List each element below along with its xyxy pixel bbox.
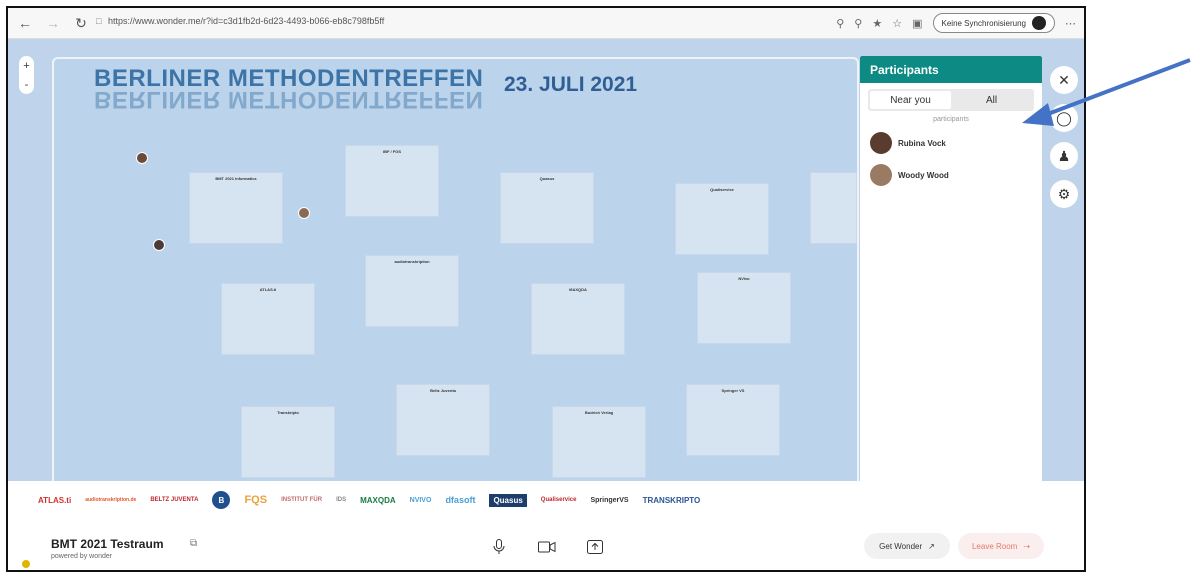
zoom-control: + -	[19, 56, 34, 94]
avatar	[870, 132, 892, 154]
get-wonder-label: Get Wonder	[879, 541, 923, 551]
participant-name: Woody Wood	[898, 170, 949, 180]
board-beltz-juventa[interactable]: Beltz Juventa	[396, 384, 490, 456]
participants-tabs: Near you All	[868, 89, 1034, 111]
browser-actions: ⚲ ⚲ ★ ☆ ▣ Keine Synchronisierung ⋯	[836, 13, 1076, 33]
event-date: 23. JULI 2021	[504, 73, 638, 96]
participants-panel: Participants Near you All participants R…	[860, 56, 1042, 481]
lock-icon: □	[96, 16, 102, 26]
board-qualiservice[interactable]: Qualiservice	[675, 183, 769, 255]
logo-atlas-ti: ATLAS.ti	[38, 495, 72, 505]
tracking-icon[interactable]: ★	[872, 17, 882, 30]
share-screen-icon	[587, 540, 603, 554]
logo-nvivo: NVIVO	[409, 496, 432, 504]
gear-icon[interactable]: ⚙	[1050, 180, 1078, 208]
exit-icon: ⇢	[1023, 541, 1031, 551]
board-audiotranskription[interactable]: audiotranskription	[365, 255, 459, 327]
close-icon[interactable]: ✕	[1050, 66, 1078, 94]
participant-avatar[interactable]	[136, 152, 148, 164]
logo-ids: IDS	[336, 497, 347, 503]
logo-fqs: FQS	[244, 494, 268, 506]
panel-title: Participants	[860, 56, 1042, 83]
participants-subtitle: participants	[933, 116, 969, 123]
browser-toolbar: ← → ↻ □ https://www.wonder.me/r?id=c3d1f…	[8, 8, 1084, 39]
microphone-icon	[493, 539, 505, 554]
profile-avatar	[1032, 16, 1046, 30]
share-screen-button[interactable]	[582, 534, 608, 560]
microphone-icon[interactable]: ⚲	[836, 17, 844, 30]
address-bar[interactable]: https://www.wonder.me/r?id=c3d1fb2d-6d23…	[108, 16, 384, 26]
logo-budrich: B	[212, 491, 231, 509]
board-transkripto[interactable]: Transkripto	[241, 406, 335, 478]
copy-icon[interactable]: ⧉	[190, 538, 197, 549]
zoom-in-button[interactable]: +	[23, 60, 29, 72]
back-icon[interactable]: ←	[14, 12, 36, 34]
favorites-icon[interactable]: ☆	[892, 17, 902, 30]
board-springer-vs[interactable]: Springer VS	[686, 384, 780, 456]
board-budrich[interactable]: Budrich Verlag	[552, 406, 646, 478]
participant-avatar[interactable]	[298, 207, 310, 219]
leave-room-label: Leave Room	[971, 541, 1018, 551]
participant-avatar[interactable]	[153, 239, 165, 251]
key-icon[interactable]: ⚲	[854, 17, 862, 30]
board-ibf-fgs[interactable]: IBF / FGS	[345, 145, 439, 217]
board-partial[interactable]	[810, 172, 857, 244]
sponsor-logos: ATLAS.ti audiotranskription.de BELTZ JUV…	[8, 481, 1084, 519]
external-link-icon: ↗	[928, 541, 935, 551]
room-name: BMT 2021 Testraum	[51, 537, 164, 551]
event-title-reflection: BERLINER METHODENTREFFEN	[94, 86, 484, 113]
sync-button[interactable]: Keine Synchronisierung	[932, 13, 1055, 33]
get-wonder-button[interactable]: Get Wonder ↗	[864, 533, 950, 559]
participant-row[interactable]: Woody Wood	[860, 163, 1042, 187]
sync-label: Keine Synchronisierung	[941, 18, 1027, 28]
chat-icon[interactable]: ◯	[1050, 104, 1078, 132]
leave-room-button[interactable]: Leave Room ⇢	[958, 533, 1044, 559]
people-icon[interactable]: ♟	[1050, 142, 1078, 170]
board-nvivo[interactable]: NVivo	[697, 272, 791, 344]
microphone-button[interactable]	[486, 534, 512, 560]
tab-near-you[interactable]: Near you	[870, 91, 951, 109]
board-quasus[interactable]: Quasus	[500, 172, 594, 244]
more-icon[interactable]: ⋯	[1065, 17, 1076, 30]
board-maxqda[interactable]: MAXQDA	[531, 283, 625, 355]
logo-qualiservice: Qualiservice	[540, 497, 577, 503]
refresh-icon[interactable]: ↻	[70, 12, 92, 34]
bottom-bar: BMT 2021 Testraum ⧉ powered by wonder Ge…	[8, 520, 1084, 570]
forward-icon[interactable]: →	[42, 12, 64, 34]
logo-maxqda: MAXQDA	[360, 495, 396, 505]
camera-icon	[538, 541, 556, 553]
avatar	[870, 164, 892, 186]
logo-institut: INSTITUT FÜR	[281, 497, 323, 503]
powered-by: powered by wonder	[51, 553, 113, 560]
participant-name: Rubina Vock	[898, 138, 946, 148]
board-atlas-ti[interactable]: ATLAS.ti	[221, 283, 315, 355]
tab-all[interactable]: All	[951, 91, 1032, 109]
logo-quasus: Quasus	[489, 493, 527, 507]
logo-dfasoft: dfasoft	[445, 495, 476, 505]
zoom-out-button[interactable]: -	[25, 79, 29, 91]
logo-transkripto: TRANSKRIPTO	[642, 495, 701, 505]
logo-beltz-juventa: BELTZ JUVENTA	[150, 497, 199, 503]
room-canvas[interactable]: BERLINER METHODENTREFFEN BERLINER METHOD…	[52, 57, 859, 483]
shield-icon	[22, 560, 30, 568]
camera-button[interactable]	[534, 534, 560, 560]
screenshot-frame: ← → ↻ □ https://www.wonder.me/r?id=c3d1f…	[6, 6, 1086, 572]
board-bmt-informatics[interactable]: BMT 2021 Informatics	[189, 172, 283, 244]
logo-springer-vs: SpringerVS	[590, 496, 629, 504]
logo-audiotranskription: audiotranskription.de	[85, 497, 137, 503]
wonder-app: + - BERLINER METHODENTREFFEN BERLINER ME…	[8, 39, 1084, 483]
collections-icon[interactable]: ▣	[912, 17, 922, 30]
participant-row[interactable]: Rubina Vock	[860, 131, 1042, 155]
